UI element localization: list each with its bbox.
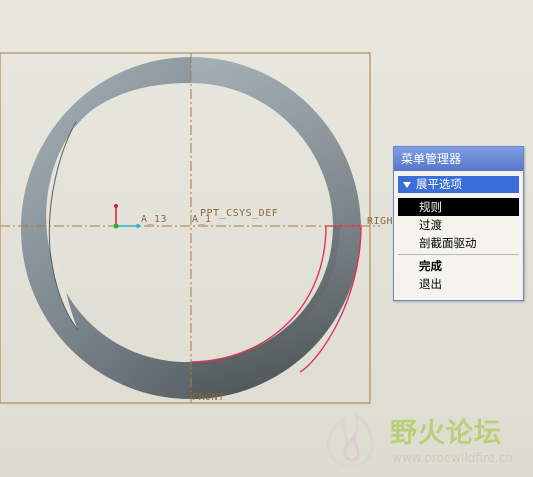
datum-label-a13[interactable]: A_13 xyxy=(141,214,167,225)
menu-item-done[interactable]: 完成 xyxy=(398,257,519,275)
csys-origin xyxy=(113,223,119,229)
triangle-down-icon xyxy=(403,181,411,188)
menu-section-flatten-options[interactable]: 展平选项 xyxy=(398,176,519,193)
menu-item-section-driven[interactable]: 剖截面驱动 xyxy=(398,234,519,252)
menu-manager-title: 菜单管理器 xyxy=(394,147,523,171)
inner-shadow-band xyxy=(191,226,340,368)
watermark-url: www.proewildfire.cn xyxy=(392,451,513,465)
flame-logo-icon xyxy=(327,411,374,468)
datum-label-front[interactable]: FRONT xyxy=(192,392,225,403)
csys-x-tip xyxy=(136,224,140,228)
menu-divider xyxy=(398,254,519,255)
menu-item-transition[interactable]: 过渡 xyxy=(398,216,519,234)
menu-item-quit[interactable]: 退出 xyxy=(398,275,519,293)
menu-manager-panel: 菜单管理器 展平选项 规则 过渡 剖截面驱动 完成 退出 xyxy=(393,146,524,301)
csys-y-tip xyxy=(114,204,118,208)
datum-label-csys[interactable]: PPT_CSYS_DEF xyxy=(200,208,278,219)
menu-section-label: 展平选项 xyxy=(416,177,462,191)
watermark-title: 野火论坛 xyxy=(390,418,502,449)
forum-watermark: 野火论坛 www.proewildfire.cn xyxy=(320,407,530,475)
menu-item-rule[interactable]: 规则 xyxy=(398,198,519,216)
